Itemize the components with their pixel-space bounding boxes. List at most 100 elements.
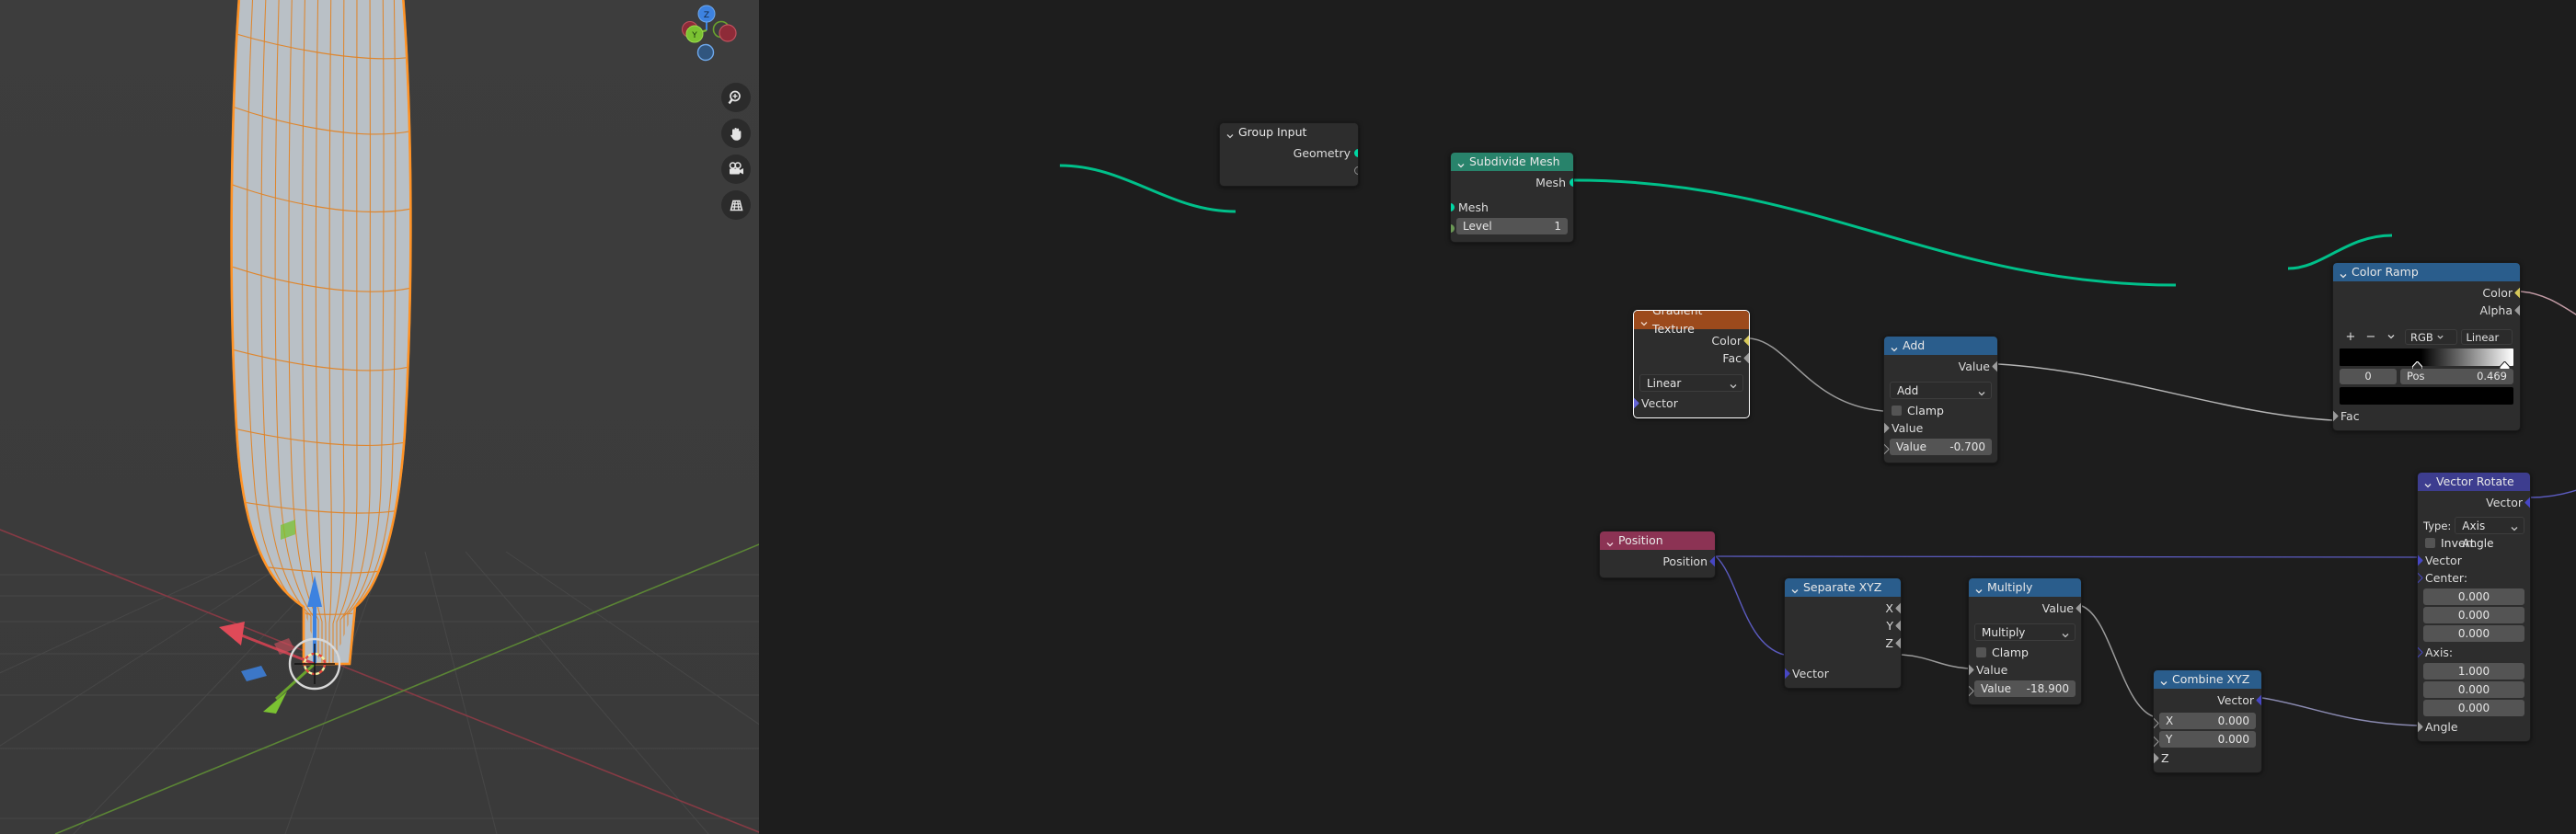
value2-input-socket[interactable] [1884, 443, 1890, 455]
position-output-socket[interactable] [1709, 555, 1715, 567]
node-header[interactable]: Subdivide Mesh [1451, 153, 1573, 171]
navigation-gizmo[interactable]: Z X Y [681, 5, 745, 74]
node-header[interactable]: Vector Rotate [2418, 473, 2530, 491]
value-output-socket[interactable] [2076, 602, 2081, 614]
node-header[interactable]: Separate XYZ [1785, 578, 1901, 597]
socket-row-geometry-out[interactable]: Geometry [1220, 144, 1358, 162]
level-input-socket[interactable] [1451, 224, 1455, 233]
socket-row-vector-in[interactable]: Vector [1785, 665, 1901, 682]
camera-icon[interactable] [721, 154, 751, 184]
alpha-output-socket[interactable] [2514, 304, 2520, 316]
socket-row-position-out[interactable]: Position [1600, 553, 1715, 570]
geometry-output-socket[interactable] [1354, 149, 1358, 157]
socket-row-alpha-out[interactable]: Alpha [2333, 302, 2520, 319]
gradient-type-dropdown[interactable]: Linear [1639, 374, 1743, 392]
chevron-down-icon[interactable] [1605, 536, 1615, 547]
remove-stop-button[interactable]: − [2361, 330, 2381, 344]
vector-output-socket[interactable] [2256, 694, 2261, 706]
value2-input-socket[interactable] [1969, 685, 1974, 697]
mesh-output-socket[interactable] [1570, 178, 1573, 187]
vector-input-socket[interactable] [1634, 397, 1639, 409]
chevron-down-icon[interactable] [1890, 341, 1899, 352]
z-input-socket[interactable] [2154, 752, 2159, 764]
socket-row-axis-in[interactable]: Axis: [2418, 644, 2530, 661]
socket-row-fac-out[interactable]: Fac [1634, 349, 1749, 367]
socket-row-value-in[interactable]: Value [1884, 419, 1997, 437]
y-field[interactable]: Y 0.000 [2159, 731, 2256, 748]
3d-viewport[interactable]: Z X Y [0, 0, 759, 834]
x-input-socket[interactable] [2154, 717, 2159, 729]
node-header[interactable]: Combine XYZ [2154, 670, 2261, 689]
socket-row-mesh-in[interactable]: Mesh [1451, 199, 1573, 216]
virtual-output-socket[interactable] [1354, 166, 1358, 175]
value-output-socket[interactable] [1992, 360, 1997, 372]
viewport-tool-buttons[interactable] [721, 83, 756, 226]
node-position[interactable]: Position Position [1599, 531, 1716, 578]
axis-z-field[interactable]: 0.000 [2423, 700, 2524, 716]
socket-row-vector-in[interactable]: Vector [1634, 394, 1749, 412]
grid-icon[interactable] [721, 190, 751, 220]
color-output-socket[interactable] [1743, 335, 1749, 347]
chevron-down-icon[interactable] [1639, 315, 1649, 326]
chevron-down-icon[interactable] [1456, 157, 1466, 168]
socket-row-center-in[interactable]: Center: [2418, 569, 2530, 587]
rotation-type-dropdown[interactable]: Axis Angle [2455, 517, 2524, 550]
socket-row-virtual-out[interactable] [1220, 162, 1358, 179]
axis-y-field[interactable]: 0.000 [2423, 681, 2524, 698]
ramp-pos-field[interactable]: Pos 0.469 [2400, 369, 2513, 384]
chevron-down-icon[interactable] [1974, 583, 1984, 594]
node-separate-xyz[interactable]: Separate XYZ X Y Z Vector [1784, 577, 1902, 689]
axis-input-socket[interactable] [2418, 646, 2423, 658]
node-header[interactable]: Multiply [1969, 578, 2081, 597]
ramp-menu-button[interactable] [2381, 330, 2401, 344]
value-input-socket[interactable] [1884, 422, 1890, 434]
center-z-field[interactable]: 0.000 [2423, 625, 2524, 642]
node-multiply[interactable]: Multiply Value Multiply Clamp Value Valu… [1968, 577, 2082, 705]
node-combine-xyz[interactable]: Combine XYZ Vector X 0.000 Y 0.000 Z [2153, 669, 2262, 773]
node-vector-rotate[interactable]: Vector Rotate Vector Type: Axis Angle In… [2417, 472, 2531, 742]
fac-output-socket[interactable] [1743, 352, 1749, 364]
socket-row-z-in[interactable]: Z [2154, 749, 2261, 767]
x-output-socket[interactable] [1895, 602, 1901, 614]
socket-row-vector-out[interactable]: Vector [2154, 691, 2261, 709]
ramp-toolbar[interactable]: + − RGB Linear [2333, 326, 2520, 355]
zoom-icon[interactable] [721, 83, 751, 112]
node-header[interactable]: Gradient Texture [1634, 311, 1749, 336]
z-output-socket[interactable] [1895, 637, 1901, 649]
socket-row-mesh-out[interactable]: Mesh [1451, 174, 1573, 191]
chevron-down-icon[interactable] [2423, 477, 2432, 488]
color-output-socket[interactable] [2514, 287, 2520, 299]
hand-icon[interactable] [721, 119, 751, 148]
socket-row-color-out[interactable]: Color [2333, 284, 2520, 302]
node-header[interactable]: Color Ramp [2333, 263, 2520, 281]
color-ramp-gradient[interactable] [2340, 348, 2513, 373]
chevron-down-icon[interactable] [1790, 583, 1800, 594]
center-x-field[interactable]: 0.000 [2423, 588, 2524, 605]
vector-input-socket[interactable] [1785, 668, 1790, 680]
vector-output-socket[interactable] [2524, 497, 2530, 508]
y-input-socket[interactable] [2154, 736, 2159, 748]
socket-row-vector-in[interactable]: Vector [2418, 552, 2530, 569]
color-mode-dropdown[interactable]: RGB [2405, 328, 2457, 345]
x-field[interactable]: X 0.000 [2159, 713, 2256, 729]
clamp-checkbox[interactable] [1976, 647, 1986, 657]
node-add[interactable]: Add Value Add Clamp Value Value -0.700 [1883, 336, 1998, 463]
node-gradient-texture[interactable]: Gradient Texture Color Fac Linear Vector [1633, 310, 1750, 418]
center-y-field[interactable]: 0.000 [2423, 607, 2524, 623]
fac-input-socket[interactable] [2333, 410, 2339, 422]
clamp-checkbox-row[interactable]: Clamp [1969, 644, 2081, 661]
socket-row-value-out[interactable]: Value [1884, 358, 1997, 375]
socket-row-fac-in[interactable]: Fac [2333, 407, 2520, 425]
chevron-down-icon[interactable] [1225, 128, 1235, 139]
mesh-object[interactable] [0, 0, 759, 834]
geometry-node-editor[interactable]: Group Input Geometry Subdivide Mesh Mesh… [759, 0, 2576, 834]
value-input-socket[interactable] [1969, 664, 1974, 676]
node-color-ramp[interactable]: Color Ramp Color Alpha + − RGB Linear 0 … [2332, 262, 2521, 431]
clamp-checkbox-row[interactable]: Clamp [1884, 402, 1997, 419]
value-field[interactable]: Value -18.900 [1974, 680, 2076, 697]
ramp-index-field[interactable]: 0 [2340, 369, 2397, 384]
mesh-input-socket[interactable] [1451, 203, 1455, 211]
socket-row-angle-in[interactable]: Angle [2418, 718, 2530, 736]
node-header[interactable]: Add [1884, 337, 1997, 355]
add-stop-button[interactable]: + [2340, 330, 2361, 344]
